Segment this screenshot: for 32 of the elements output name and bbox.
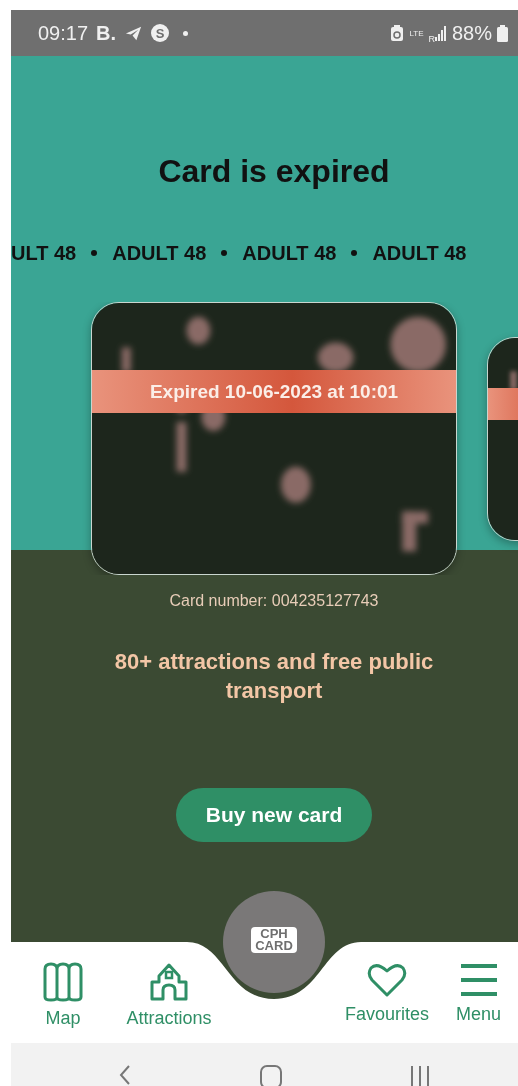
- card-type-label: ADULT 48: [242, 242, 337, 264]
- page-title: Card is expired: [158, 152, 390, 191]
- network-type: LTE: [409, 28, 424, 38]
- map-tab[interactable]: Map: [42, 962, 84, 1032]
- building-icon: [149, 962, 189, 1002]
- card-type-label: ADULT 48: [372, 242, 467, 264]
- recents-icon[interactable]: [408, 1064, 432, 1086]
- favourites-tab[interactable]: Favourites: [344, 962, 429, 1032]
- menu-tab[interactable]: Menu: [456, 962, 501, 1032]
- clock: 09:17: [38, 21, 89, 45]
- dot-icon: [221, 250, 228, 256]
- signal-icon: [434, 25, 447, 41]
- battery-icon: [497, 24, 508, 42]
- roaming-indicator: R: [428, 33, 435, 44]
- app-badge: S: [151, 24, 170, 42]
- attractions-tab[interactable]: Attractions: [126, 962, 212, 1032]
- map-icon: [42, 962, 84, 1002]
- card-type-label: ULT 48: [11, 242, 77, 264]
- expired-label: Expired 10-06-2023 at 10:01: [149, 380, 399, 403]
- heart-icon: [367, 962, 407, 998]
- dot-icon: [351, 250, 358, 256]
- dot-icon: [91, 250, 98, 256]
- card-type-label: ADULT 48: [112, 242, 207, 264]
- dot-icon: [183, 30, 189, 36]
- battery-percentage: 88%: [451, 21, 492, 45]
- menu-icon: [458, 962, 499, 998]
- buy-new-card-button[interactable]: Buy new card: [176, 788, 372, 842]
- home-icon[interactable]: [258, 1064, 283, 1086]
- app-notification-text: B.: [96, 21, 117, 45]
- card-number: Card number: 004235127743: [169, 591, 379, 611]
- tagline: 80+ attractions and free public transport: [113, 648, 435, 705]
- back-icon[interactable]: [117, 1064, 133, 1086]
